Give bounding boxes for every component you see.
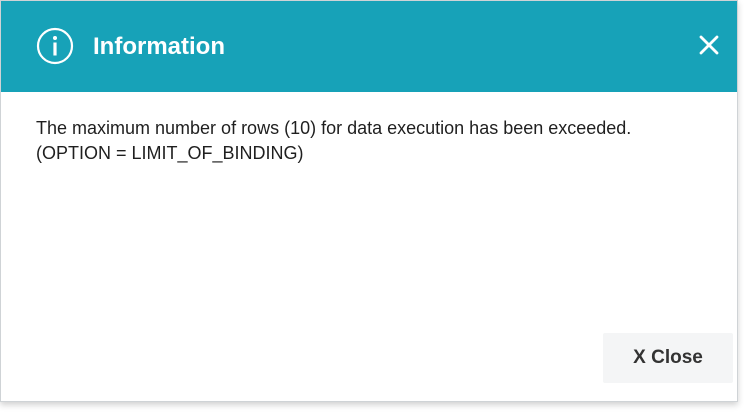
information-dialog: Information The maximum number of rows (… (0, 0, 738, 402)
info-circle-icon (36, 27, 74, 65)
close-icon[interactable] (695, 31, 723, 59)
message-text: The maximum number of rows (10) for data… (36, 118, 632, 138)
dialog-title: Information (93, 33, 225, 60)
dialog-message: The maximum number of rows (10) for data… (36, 116, 686, 166)
close-button[interactable]: X Close (603, 333, 733, 383)
message-option-text: (OPTION = LIMIT_OF_BINDING) (36, 143, 304, 163)
dialog-titlebar: Information (1, 1, 737, 92)
